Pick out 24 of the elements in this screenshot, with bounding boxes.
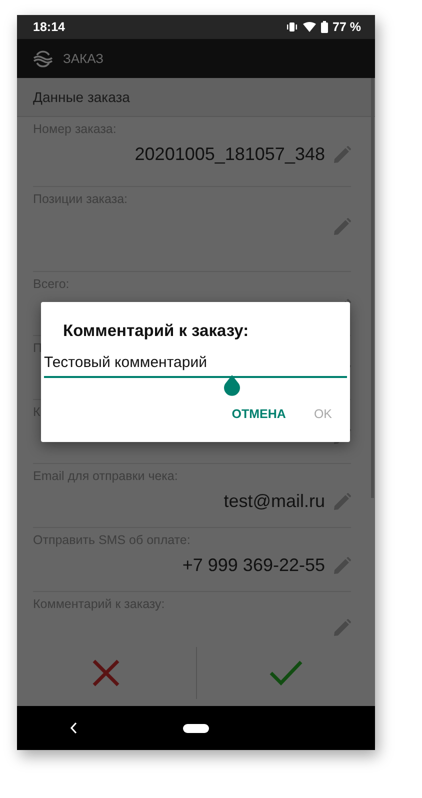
app-title: ЗАКАЗ [63, 51, 104, 66]
wifi-icon [302, 22, 316, 32]
check-icon [268, 660, 303, 686]
battery-level: 77 % [332, 20, 361, 34]
field-value: 20201005_181057_348 [134, 144, 325, 165]
battery-icon [320, 21, 328, 33]
edit-icon[interactable] [333, 492, 351, 510]
logo-icon [33, 50, 53, 68]
home-button[interactable] [182, 724, 209, 732]
edit-icon[interactable] [333, 556, 351, 574]
dialog-button[interactable]: ОТМЕНА [228, 405, 290, 423]
edit-icon[interactable] [333, 619, 351, 637]
back-icon[interactable] [70, 722, 78, 734]
edit-icon[interactable] [333, 218, 351, 236]
text-cursor-handle[interactable] [223, 375, 241, 397]
vibrate-icon [286, 22, 298, 32]
field-value: +7 999 369-22-55 [182, 555, 325, 576]
comment-input[interactable]: Тестовый комментарий [44, 354, 347, 378]
section-title: Данные заказа [33, 89, 130, 105]
field-value: test@mail.ru [224, 491, 325, 512]
dialog-title: Комментарий к заказу: [63, 322, 249, 341]
edit-icon[interactable] [333, 146, 351, 164]
close-icon [92, 659, 120, 687]
clock: 18:14 [33, 20, 65, 34]
